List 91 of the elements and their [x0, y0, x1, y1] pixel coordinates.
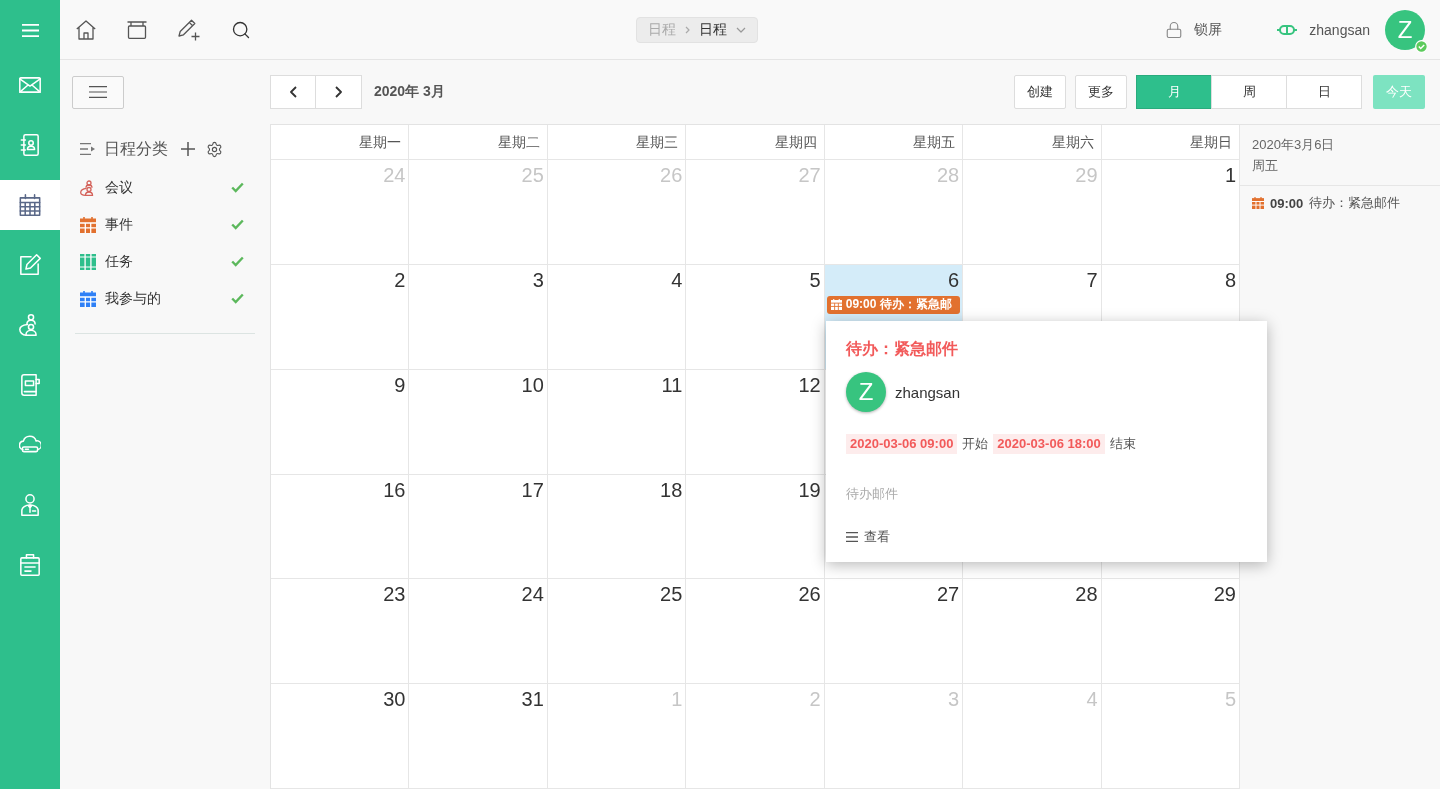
day-number: 19: [798, 477, 821, 503]
day-number: 25: [521, 163, 544, 188]
day-number: 23: [383, 582, 406, 608]
day-number: 30: [383, 687, 406, 713]
day-number: 3: [948, 687, 960, 713]
capsule-icon: [1277, 24, 1298, 35]
calendar-icon: [19, 194, 41, 216]
lock-icon: [1165, 20, 1184, 39]
day-number: 2: [809, 687, 821, 713]
start-time: 2020-03-06 09:00: [846, 434, 958, 454]
day-number: 26: [660, 163, 683, 188]
day-number: 24: [383, 163, 406, 188]
view-tab[interactable]: 周: [1211, 75, 1287, 109]
day-number: 6: [948, 267, 960, 293]
end-time: 2020-03-06 18:00: [993, 434, 1105, 454]
sidebar-toggle-button[interactable]: [72, 75, 124, 109]
owner-name: zhangsan: [895, 383, 961, 401]
agenda-weekday: 周五: [1252, 157, 1278, 175]
menu-icon: [89, 86, 107, 98]
window-icon[interactable]: [127, 20, 147, 39]
day-number: 9: [394, 372, 406, 398]
list-indent-icon[interactable]: [80, 143, 95, 155]
day-number: 2: [394, 267, 406, 293]
edit-icon: [19, 254, 41, 276]
clipboard-icon: [19, 554, 41, 576]
book-icon: [19, 374, 41, 396]
pencil-plus-icon[interactable]: [178, 18, 200, 41]
list-icon: [846, 532, 858, 542]
home-icon[interactable]: [76, 19, 96, 40]
action-button[interactable]: 创建: [1014, 75, 1066, 109]
day-number: 1: [1224, 163, 1236, 188]
view-tab[interactable]: 日: [1286, 75, 1362, 109]
plus-icon[interactable]: [181, 142, 195, 156]
day-number: 3: [532, 267, 544, 293]
day-number: 5: [1224, 687, 1236, 713]
previous-button[interactable]: [270, 75, 316, 109]
contact-book-icon: [19, 134, 41, 156]
lock-screen-button[interactable]: 锁屏: [1165, 20, 1223, 39]
day-number: 17: [521, 477, 544, 503]
category-title: 日程分类: [104, 138, 168, 159]
view-link[interactable]: 查看: [846, 527, 890, 547]
popup-title: 待办：紧急邮件: [846, 339, 958, 359]
calendar-icon: [830, 299, 842, 311]
action-button[interactable]: 更多: [1075, 75, 1127, 109]
day-number: 11: [661, 372, 683, 398]
day-number: 25: [660, 582, 683, 608]
event-description: 待办邮件: [846, 485, 898, 503]
chevron-right-icon: [335, 86, 342, 98]
day-number: 26: [798, 582, 821, 608]
day-number: 8: [1224, 267, 1236, 293]
day-number: 28: [1075, 582, 1098, 608]
day-number: 24: [521, 582, 544, 608]
category-label[interactable]: 事件: [105, 215, 231, 234]
breadcrumb-item: 日程: [699, 20, 727, 39]
day-number: 18: [660, 477, 683, 503]
agenda-event-time: 09:00: [1270, 195, 1304, 211]
agenda-event-title[interactable]: 待办：紧急邮件: [1309, 194, 1401, 212]
category-label[interactable]: 我参与的: [105, 289, 231, 308]
day-number: 31: [521, 687, 544, 713]
month-title: 2020年 3月: [374, 83, 445, 101]
chevron-right-icon: [685, 25, 690, 34]
chevron-left-icon: [289, 86, 297, 98]
owner-avatar: Z: [846, 372, 886, 412]
person-icon: [19, 494, 41, 516]
day-number: 1: [671, 687, 683, 713]
caret-icon: [736, 26, 746, 33]
day-number: 7: [1086, 267, 1098, 293]
day-number: 27: [798, 163, 821, 188]
search-icon[interactable]: [231, 19, 251, 40]
category-label[interactable]: 会议: [105, 178, 231, 197]
day-number: 12: [798, 372, 821, 398]
day-number: 4: [1086, 687, 1098, 713]
day-number: 28: [936, 163, 960, 188]
menu-icon[interactable]: [21, 23, 39, 37]
day-number: 4: [671, 267, 683, 293]
mail-icon: [19, 74, 41, 96]
day-number: 16: [383, 477, 406, 503]
user-name: zhangsan: [1309, 21, 1370, 38]
day-number: 10: [521, 372, 544, 398]
day-number: 27: [936, 582, 960, 608]
agenda-date: 2020年3月6日: [1252, 136, 1335, 154]
day-number: 29: [1075, 163, 1098, 188]
day-number: 29: [1213, 582, 1236, 608]
calendar-icon: [1252, 197, 1264, 209]
nav-item[interactable]: [0, 180, 60, 230]
time-label: 开始: [962, 435, 989, 453]
category-label[interactable]: 任务: [105, 252, 231, 271]
time-label: 结束: [1109, 435, 1136, 453]
next-button[interactable]: [316, 75, 362, 109]
day-number: 5: [809, 267, 821, 293]
settings-icon[interactable]: [206, 140, 223, 158]
